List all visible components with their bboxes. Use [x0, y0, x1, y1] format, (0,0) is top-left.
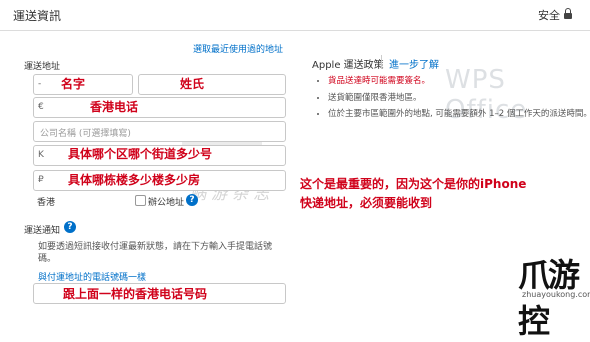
policy-item-text: 貨品送達時可能需要簽名。 — [328, 76, 431, 86]
notification-description: 如要透過短訊接收付運最新狀態，請在下方輸入手提電話號碼。 — [38, 242, 273, 264]
notification-help-icon[interactable]: ? — [64, 221, 76, 233]
top-bar: 運送資訊 安全 — [0, 0, 590, 31]
site-logo: 爪游控 zhuayoukong.com — [518, 250, 590, 342]
company-address-label: 辦公地址 — [148, 198, 185, 208]
building-annotation: 具体哪栋楼多少楼多少房 — [68, 173, 201, 187]
select-recent-address-link[interactable]: 選取最近使用過的地址 — [193, 42, 283, 55]
street-prefix: K — [38, 150, 44, 160]
first-name-prefix: - — [38, 79, 42, 89]
annotation-line-1: 这个是最重要的，因为这个是你的iPhone — [300, 177, 527, 191]
shipping-notification-label: 運送通知 — [24, 226, 61, 236]
policy-item-text: 送貨範圍僅限香港地區。 — [328, 92, 422, 103]
street-annotation: 具体哪个区哪个街道多少号 — [68, 147, 213, 161]
same-phone-link[interactable]: 與付運地址的電話號碼一樣 — [38, 270, 146, 283]
policy-item: 貨品送達時可能需要簽名。 — [328, 75, 590, 88]
secure-label: 安全 — [538, 9, 560, 22]
last-name-annotation: 姓氏 — [180, 77, 205, 91]
policy-item-text: 位於主要市區範圍外的地點, 可能需要額外 1–2 個工作天的派送時間。 — [328, 109, 590, 119]
secure-indicator: 安全 — [538, 7, 572, 23]
phone-field[interactable]: € — [33, 97, 286, 118]
learn-more-link[interactable]: 進一步了解 — [389, 56, 439, 71]
company-field[interactable]: 公司名稱 (可選擇填寫) — [33, 121, 286, 142]
company-placeholder: 公司名稱 (可選擇填寫) — [40, 129, 131, 139]
company-address-checkbox[interactable] — [135, 195, 146, 206]
page-title: 運送資訊 — [13, 9, 62, 23]
region-label: 香港 — [37, 198, 56, 208]
policy-divider — [381, 55, 382, 69]
site-logo-url: zhuayoukong.com — [522, 290, 590, 299]
policy-item: 位於主要市區範圍外的地點, 可能需要額外 1–2 個工作天的派送時間。 — [328, 108, 590, 121]
notification-phone-annotation: 跟上面一样的香港电话号码 — [63, 287, 208, 301]
phone-annotation: 香港电话 — [90, 100, 139, 114]
shipping-policy-title: Apple 運送政策 — [312, 60, 384, 71]
policy-item: 送貨範圍僅限香港地區。 — [328, 92, 590, 105]
policy-list: 貨品送達時可能需要簽名。 送貨範圍僅限香港地區。 位於主要市區範圍外的地點, 可… — [318, 75, 590, 125]
company-address-help-icon[interactable]: ? — [186, 194, 198, 206]
phone-prefix: € — [38, 102, 44, 112]
lock-icon — [564, 8, 572, 19]
first-name-annotation: 名字 — [61, 77, 86, 91]
shipping-address-label: 運送地址 — [24, 62, 61, 72]
building-prefix: ₽ — [38, 175, 44, 185]
annotation-line-2: 快递地址，必须要能收到 — [300, 196, 433, 210]
last-name-field[interactable] — [138, 74, 286, 95]
